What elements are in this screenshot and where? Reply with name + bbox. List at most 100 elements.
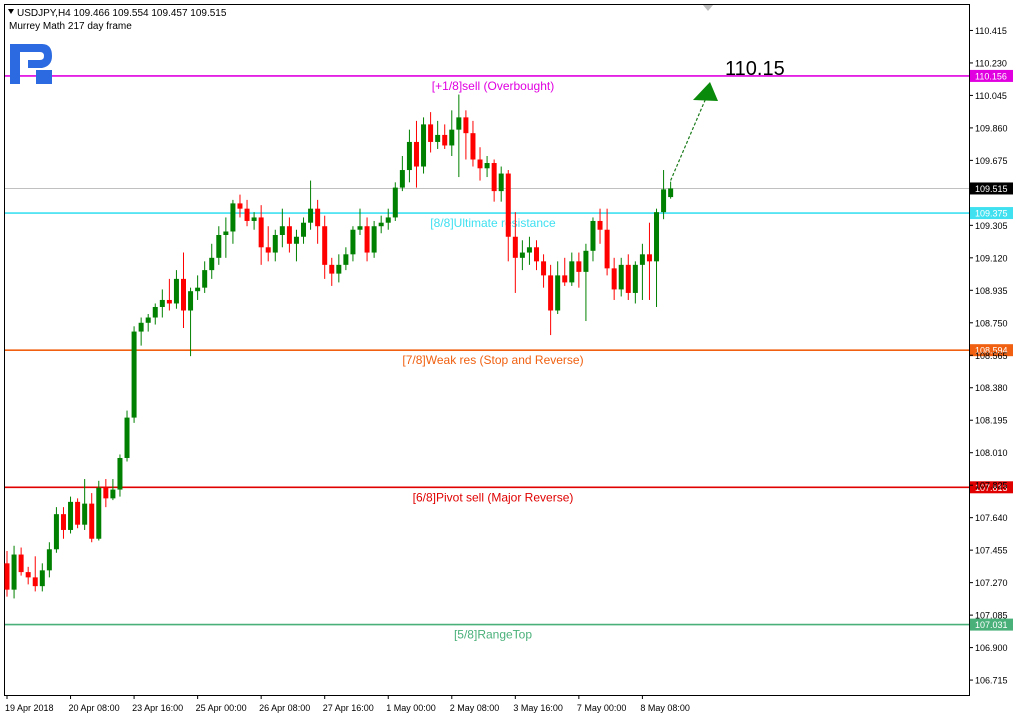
candle-body bbox=[258, 217, 264, 248]
y-tick-label: 107.085 bbox=[975, 611, 1008, 621]
candle-body bbox=[46, 549, 52, 571]
candle-body bbox=[639, 254, 645, 265]
x-tick-label: 1 May 00:00 bbox=[386, 703, 436, 713]
candle-body bbox=[534, 247, 539, 262]
candle-body bbox=[230, 203, 236, 232]
candle-body bbox=[392, 187, 398, 218]
y-tick-label: 108.195 bbox=[975, 416, 1008, 426]
candle-body bbox=[498, 173, 504, 192]
candle-body bbox=[519, 252, 525, 258]
candle-body bbox=[625, 264, 631, 293]
y-tick-label: 106.715 bbox=[975, 676, 1008, 686]
x-tick-label: 3 May 16:00 bbox=[513, 703, 563, 713]
candle-body bbox=[555, 275, 561, 311]
y-tick-label: 108.750 bbox=[975, 318, 1008, 328]
candle-body bbox=[117, 457, 123, 490]
candle-body bbox=[512, 236, 518, 258]
candle-body bbox=[223, 231, 229, 235]
candle-body bbox=[68, 501, 74, 530]
candle-body bbox=[279, 226, 285, 235]
x-tick-label: 19 Apr 2018 bbox=[5, 703, 54, 713]
price-chart: 110.156 [+1/8]sell (Overbought) 109.375 [8/… bbox=[4, 4, 1013, 713]
x-tick-label: 8 May 08:00 bbox=[640, 703, 690, 713]
candle-body bbox=[110, 489, 116, 499]
candle-body bbox=[308, 208, 314, 223]
y-tick-label: 109.860 bbox=[975, 123, 1008, 133]
y-tick-label: 107.455 bbox=[975, 546, 1008, 556]
candle-body bbox=[265, 247, 271, 253]
y-tick-label: 110.415 bbox=[975, 26, 1007, 36]
candle-body bbox=[406, 141, 412, 171]
candle-body bbox=[343, 254, 349, 265]
candle-body bbox=[350, 229, 356, 255]
candle-body bbox=[604, 229, 610, 269]
candle-body bbox=[618, 264, 624, 290]
symbol-header: USDJPY,H4 109.466 109.554 109.457 109.51… bbox=[17, 8, 227, 19]
level-name-label: [6/8]Pivot sell (Major Reverse) bbox=[413, 490, 574, 504]
candle-body bbox=[371, 226, 377, 253]
candle-body bbox=[82, 503, 88, 525]
candle-body bbox=[505, 173, 511, 237]
candle-body bbox=[632, 264, 638, 293]
candle-body bbox=[237, 203, 243, 209]
candle-body bbox=[89, 503, 95, 539]
candle-body bbox=[548, 275, 554, 311]
candle-body bbox=[131, 331, 137, 418]
y-tick-label: 107.270 bbox=[975, 578, 1008, 588]
candle-body bbox=[103, 487, 109, 499]
candle-body bbox=[646, 254, 652, 262]
candle-body bbox=[413, 141, 419, 167]
candle-body bbox=[216, 235, 222, 258]
level-name-label: [5/8]RangeTop bbox=[454, 628, 532, 642]
candle-body bbox=[661, 189, 667, 213]
candle-body bbox=[39, 570, 45, 587]
candle-body bbox=[159, 299, 165, 307]
candle-body bbox=[18, 554, 24, 573]
candle-body bbox=[145, 317, 151, 323]
candle-body bbox=[25, 572, 31, 578]
candle-body bbox=[597, 220, 603, 230]
y-tick-label: 109.120 bbox=[975, 253, 1008, 263]
candle-body bbox=[166, 299, 172, 304]
candle-body bbox=[96, 487, 102, 539]
candle-body bbox=[562, 275, 568, 283]
level-price-label: 110.156 bbox=[975, 71, 1007, 81]
level-name-label: [7/8]Weak res (Stop and Reverse) bbox=[402, 353, 583, 367]
x-tick-label: 20 Apr 08:00 bbox=[69, 703, 120, 713]
y-tick-label: 108.935 bbox=[975, 286, 1008, 296]
candle-body bbox=[583, 250, 589, 272]
candle-body bbox=[152, 306, 158, 318]
candle-body bbox=[668, 188, 674, 198]
level-name-label: [+1/8]sell (Overbought) bbox=[432, 79, 554, 93]
y-tick-label: 106.900 bbox=[975, 643, 1008, 653]
x-tick-label: 2 May 08:00 bbox=[450, 703, 500, 713]
candle-body bbox=[463, 117, 469, 134]
candle-body bbox=[11, 554, 17, 590]
current-price-label: 109.515 bbox=[975, 184, 1008, 194]
target-price-label: 110.15 bbox=[725, 58, 785, 80]
level-name-label: [8/8]Ultimate resistance bbox=[430, 216, 556, 230]
y-tick-label: 110.230 bbox=[975, 58, 1007, 68]
candle-body bbox=[301, 222, 307, 237]
candle-body bbox=[385, 217, 391, 223]
candle-body bbox=[53, 514, 59, 550]
candle-body bbox=[399, 170, 405, 188]
candle-body bbox=[124, 417, 130, 458]
x-tick-label: 23 Apr 16:00 bbox=[132, 703, 183, 713]
candle-body bbox=[32, 577, 38, 587]
chart-area: 110.156 [+1/8]sell (Overbought) 109.375 [8/… bbox=[0, 0, 1014, 721]
candle-body bbox=[60, 514, 66, 530]
candle-body bbox=[202, 270, 208, 288]
candle-body bbox=[526, 247, 532, 253]
candle-body bbox=[484, 163, 490, 169]
candle-body bbox=[329, 264, 335, 274]
candle-body bbox=[75, 501, 81, 525]
y-tick-label: 108.380 bbox=[975, 383, 1008, 393]
candle-body bbox=[590, 220, 596, 251]
candle-body bbox=[251, 217, 257, 221]
x-tick-label: 27 Apr 16:00 bbox=[323, 703, 374, 713]
y-tick-label: 107.640 bbox=[975, 513, 1008, 523]
candle-body bbox=[315, 208, 321, 227]
level-price-label: 107.031 bbox=[975, 620, 1008, 630]
y-tick-label: 107.825 bbox=[975, 481, 1008, 491]
